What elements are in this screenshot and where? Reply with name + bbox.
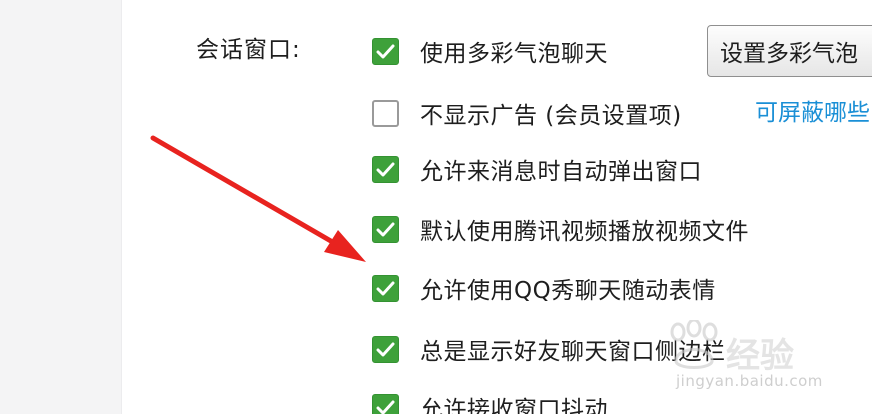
option-hide-ads[interactable]: 不显示广告 (会员设置项): [372, 96, 682, 130]
checkbox-checked-icon[interactable]: [372, 215, 399, 243]
option-label: 总是显示好友聊天窗口侧边栏: [420, 339, 726, 365]
option-window-shake[interactable]: 允许接收窗口抖动: [372, 390, 608, 414]
option-label: 允许接收窗口抖动: [420, 397, 608, 414]
option-show-sidebar[interactable]: 总是显示好友聊天窗口侧边栏: [372, 332, 726, 366]
checkbox-checked-icon[interactable]: [372, 155, 399, 183]
checkbox-unchecked-icon[interactable]: [372, 99, 399, 127]
option-qq-show-emotes[interactable]: 允许使用QQ秀聊天随动表情: [372, 271, 716, 305]
set-colorful-bubble-button[interactable]: 设置多彩气泡: [707, 25, 872, 77]
watermark-text: 经验: [726, 336, 794, 376]
ad-block-info-link[interactable]: 可屏蔽哪些: [755, 93, 870, 127]
settings-page: 会话窗口: 使用多彩气泡聊天 设置多彩气泡 不显示广告 (会员设置项) 可屏蔽哪…: [0, 0, 872, 414]
session-window-label: 会话窗口:: [196, 37, 301, 63]
option-label: 允许来消息时自动弹出窗口: [420, 159, 702, 185]
option-tencent-video-player[interactable]: 默认使用腾讯视频播放视频文件: [372, 212, 749, 246]
option-label: 不显示广告 (会员设置项): [420, 103, 682, 129]
checkbox-checked-icon[interactable]: [372, 37, 399, 65]
option-auto-popup-window[interactable]: 允许来消息时自动弹出窗口: [372, 152, 702, 186]
checkbox-checked-icon[interactable]: [372, 274, 399, 302]
option-colorful-bubble[interactable]: 使用多彩气泡聊天: [372, 34, 608, 68]
settings-nav-pane: [0, 0, 122, 414]
option-label: 默认使用腾讯视频播放视频文件: [420, 219, 749, 245]
option-label: 使用多彩气泡聊天: [420, 41, 608, 67]
watermark-url: jingyan.baidu.com: [676, 372, 823, 390]
option-label: 允许使用QQ秀聊天随动表情: [420, 278, 716, 304]
checkbox-checked-icon[interactable]: [372, 393, 399, 414]
checkbox-checked-icon[interactable]: [372, 335, 399, 363]
